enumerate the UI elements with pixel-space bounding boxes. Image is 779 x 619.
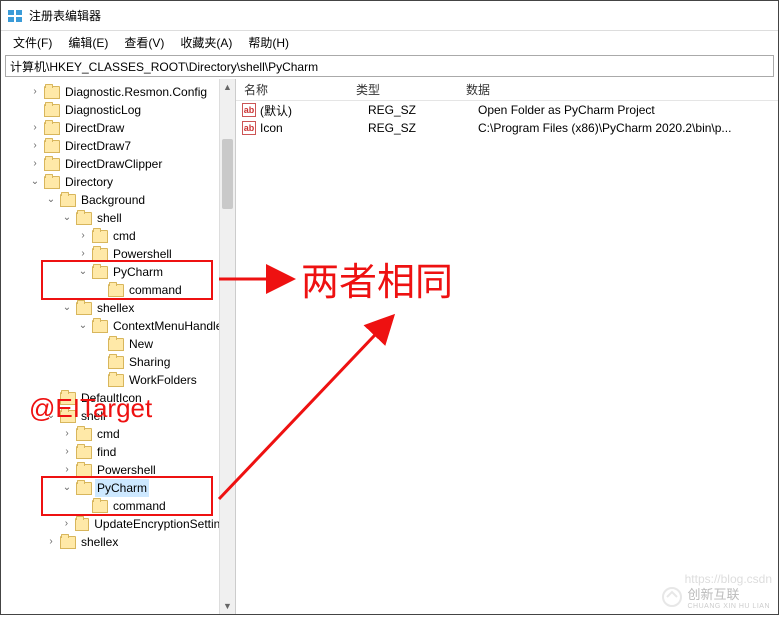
- tree-item[interactable]: ⌄shell: [1, 407, 235, 425]
- tree-item[interactable]: command: [1, 497, 235, 515]
- string-icon: ab: [242, 103, 256, 117]
- tree-item[interactable]: ›DirectDrawClipper: [1, 155, 235, 173]
- tree-item[interactable]: ⌄Directory: [1, 173, 235, 191]
- string-icon: ab: [242, 121, 256, 135]
- tree-item[interactable]: ›Powershell: [1, 245, 235, 263]
- scroll-up-button[interactable]: ▲: [220, 79, 235, 95]
- tree-item[interactable]: New: [1, 335, 235, 353]
- col-data[interactable]: 数据: [466, 81, 778, 98]
- scroll-down-button[interactable]: ▼: [220, 598, 235, 614]
- menu-edit[interactable]: 编辑(E): [60, 32, 116, 53]
- tree-item[interactable]: ›UpdateEncryptionSettings: [1, 515, 235, 533]
- regedit-icon: [7, 8, 23, 24]
- menu-file[interactable]: 文件(F): [5, 32, 60, 53]
- address-bar[interactable]: 计算机\HKEY_CLASSES_ROOT\Directory\shell\Py…: [5, 55, 774, 77]
- tree-item[interactable]: ›Diagnostic.Resmon.Config: [1, 83, 235, 101]
- col-type[interactable]: 类型: [356, 81, 466, 98]
- tree-item[interactable]: ⌄shellex: [1, 299, 235, 317]
- tree-item[interactable]: ›Powershell: [1, 461, 235, 479]
- menu-favorites[interactable]: 收藏夹(A): [172, 32, 240, 53]
- tree-item[interactable]: DefaultIcon: [1, 389, 235, 407]
- tree-item[interactable]: ›DirectDraw: [1, 119, 235, 137]
- value-data: C:\Program Files (x86)\PyCharm 2020.2\bi…: [478, 121, 778, 135]
- tree-item[interactable]: WorkFolders: [1, 371, 235, 389]
- tree-item[interactable]: ⌄PyCharm: [1, 263, 235, 281]
- registry-tree[interactable]: ›Diagnostic.Resmon.Config DiagnosticLog …: [1, 83, 235, 551]
- value-type: REG_SZ: [368, 103, 478, 117]
- tree-item[interactable]: ›DirectDraw7: [1, 137, 235, 155]
- tree-item[interactable]: ⌄Background: [1, 191, 235, 209]
- tree-item[interactable]: ›cmd: [1, 227, 235, 245]
- value-name: (默认): [260, 102, 368, 119]
- address-text: 计算机\HKEY_CLASSES_ROOT\Directory\shell\Py…: [10, 58, 318, 75]
- tree-item[interactable]: ⌄shell: [1, 209, 235, 227]
- tree-item[interactable]: DiagnosticLog: [1, 101, 235, 119]
- menu-help[interactable]: 帮助(H): [240, 32, 297, 53]
- menu-view[interactable]: 查看(V): [116, 32, 172, 53]
- value-row[interactable]: ab Icon REG_SZ C:\Program Files (x86)\Py…: [236, 119, 778, 137]
- value-data: Open Folder as PyCharm Project: [478, 103, 778, 117]
- value-row[interactable]: ab (默认) REG_SZ Open Folder as PyCharm Pr…: [236, 101, 778, 119]
- tree-item[interactable]: ›shellex: [1, 533, 235, 551]
- tree-item[interactable]: ›cmd: [1, 425, 235, 443]
- tree-item[interactable]: Sharing: [1, 353, 235, 371]
- tree-item[interactable]: ›find: [1, 443, 235, 461]
- scroll-thumb[interactable]: [222, 139, 233, 209]
- window-title: 注册表编辑器: [29, 7, 101, 24]
- list-pane: 名称 类型 数据 ab (默认) REG_SZ Open Folder as P…: [236, 79, 778, 614]
- tree-pane: ›Diagnostic.Resmon.Config DiagnosticLog …: [1, 79, 236, 614]
- tree-item[interactable]: command: [1, 281, 235, 299]
- tree-scrollbar[interactable]: ▲ ▼: [219, 79, 235, 614]
- col-name[interactable]: 名称: [236, 81, 356, 98]
- tree-item[interactable]: ⌄ContextMenuHandlers: [1, 317, 235, 335]
- column-headers: 名称 类型 数据: [236, 79, 778, 101]
- title-bar: 注册表编辑器: [1, 1, 778, 31]
- value-type: REG_SZ: [368, 121, 478, 135]
- menu-bar: 文件(F) 编辑(E) 查看(V) 收藏夹(A) 帮助(H): [1, 31, 778, 53]
- tree-item[interactable]: ⌄PyCharm: [1, 479, 235, 497]
- value-name: Icon: [260, 121, 368, 135]
- main-split: ›Diagnostic.Resmon.Config DiagnosticLog …: [1, 79, 778, 614]
